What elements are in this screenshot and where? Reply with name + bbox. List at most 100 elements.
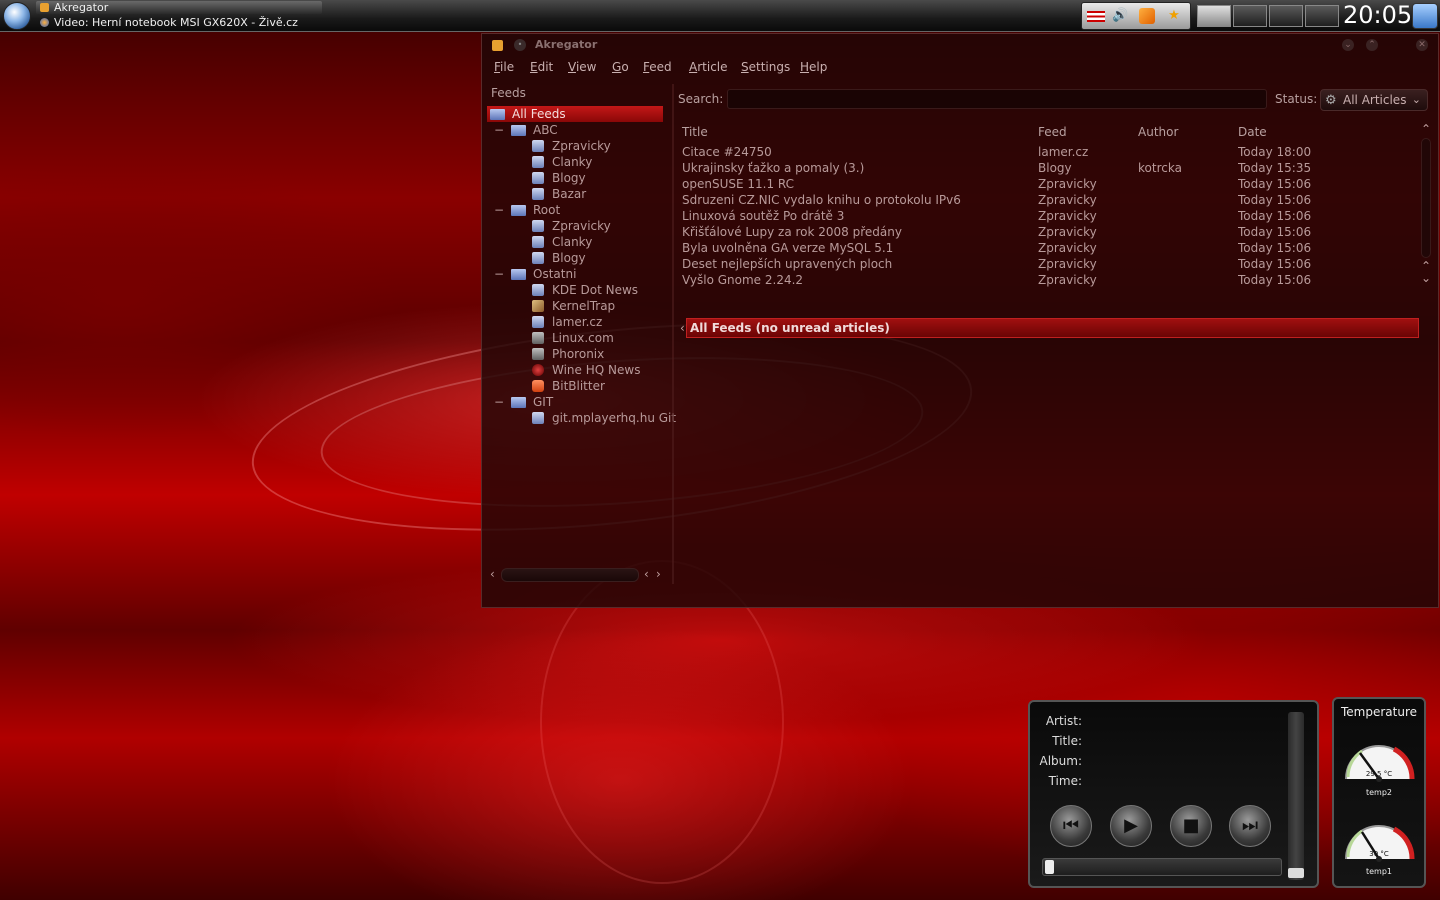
article-row[interactable]: Deset nejlepších upravených ploch Zpravic… [677,256,1417,272]
article-row[interactable]: Byla uvolněna GA verze MySQL 5.1 Zpravick… [677,240,1417,256]
scroll-left-icon[interactable]: ‹ [490,568,495,580]
article-row[interactable]: Ukrajinsky ťažko a pomaly (3.) Blogy kotrc… [677,160,1417,176]
tree-feed-item[interactable]: lamer.cz [487,314,663,330]
scroll-right-icon[interactable]: › [656,568,661,580]
tree-item-label: Linux.com [552,331,614,345]
desktop-pager-4[interactable] [1305,5,1339,27]
status-filter-combo[interactable]: ⚙ All Articles ⌄ [1320,89,1428,111]
feed-icon [532,220,544,232]
search-input[interactable] [727,89,1267,109]
tree-feed-item[interactable]: Bazar [487,186,663,202]
stop-button[interactable]: ■ [1170,805,1212,847]
maximize-icon[interactable]: ⌃ [1366,39,1378,51]
rss-icon[interactable] [1139,8,1155,24]
tree-folder-item[interactable]: − GIT [487,394,663,410]
tree-folder-item[interactable]: − Root [487,202,663,218]
tree-feed-item[interactable]: BitBlitter [487,378,663,394]
collapse-icon[interactable]: − [494,202,504,218]
volume-knob[interactable] [1288,868,1304,878]
tree-feed-item[interactable]: Zpravicky [487,138,663,154]
feed-icon [532,364,544,376]
feed-icon [532,236,544,248]
album-label: Album: [1039,754,1083,768]
tree-feed-item[interactable]: Zpravicky [487,218,663,234]
feed-icon [532,412,544,424]
play-button[interactable]: ▶ [1110,805,1152,847]
tree-feed-item[interactable]: Wine HQ News [487,362,663,378]
article-title: openSUSE 11.1 RC [682,177,795,191]
article-row[interactable]: Sdruzeni CZ.NIC vydalo knihu o protokolu… [677,192,1417,208]
tree-feed-item[interactable]: KernelTrap [487,298,663,314]
top-panel: Akregator Video: Herní notebook MSI GX62… [0,0,1440,32]
search-label: Search: [678,92,724,106]
close-icon[interactable]: ✕ [1416,39,1428,51]
scroll-up-icon[interactable]: ⌃ [1421,123,1431,135]
menu-settings[interactable]: Settings [741,60,790,74]
desktop-pager-1[interactable] [1197,5,1231,27]
taskbar-item-browser[interactable]: Video: Herní notebook MSI GX620X - Živě.… [36,16,322,29]
tree-feed-item[interactable]: git.mplayerhq.hu Git [487,410,676,426]
column-header-title[interactable]: Title [682,125,708,139]
menu-edit[interactable]: Edit [530,60,553,74]
article-row[interactable]: openSUSE 11.1 RC Zpravicky Today 15:06 [677,176,1417,192]
article-feed: Blogy [1038,161,1072,175]
article-title: Sdruzeni CZ.NIC vydalo knihu o protokolu… [682,193,961,207]
articles-vertical-scrollbar[interactable]: ⌃ ⌃ ⌄ [1420,122,1432,287]
previous-icon: ⏮ [1062,815,1080,836]
scroll-left-icon[interactable]: ‹ [644,568,649,580]
us-flag-icon[interactable] [1087,11,1105,22]
article-row[interactable]: Linuxová soutěž Po drátě 3 Zpravicky Today… [677,208,1417,224]
tree-item-label: Blogy [552,251,586,265]
column-header-feed[interactable]: Feed [1038,125,1067,139]
tree-root-item[interactable]: All Feeds [487,106,663,122]
scroll-down-icon[interactable]: ⌄ [1421,272,1431,284]
tree-item-label: Clanky [552,155,593,169]
menu-go[interactable]: Go [612,60,629,74]
scrollbar-track[interactable] [1421,138,1431,258]
tree-feed-item[interactable]: Clanky [487,154,663,170]
collapse-icon[interactable]: − [494,266,504,282]
tree-feed-item[interactable]: Blogy [487,170,663,186]
tree-feed-item[interactable]: Linux.com [487,330,663,346]
device-notifier-icon[interactable] [1412,3,1438,29]
tree-folder-item[interactable]: − ABC [487,122,663,138]
feeds-pane: Feeds All Feeds − ABC Zpravicky Clanky Blogy B… [487,84,676,584]
column-header-date[interactable]: Date [1238,125,1267,139]
collapse-icon[interactable]: − [494,394,504,410]
menu-view[interactable]: View [568,60,596,74]
seek-knob[interactable] [1045,860,1054,874]
tree-item-label: GIT [533,395,554,409]
star-icon[interactable]: ★ [1166,8,1182,24]
tree-folder-item[interactable]: − Ostatni [487,266,663,282]
clock[interactable]: 20:05 [1343,0,1412,30]
article-row[interactable]: Křišťálové Lupy za rok 2008 předány Zprav… [677,224,1417,240]
window-menu-icon[interactable]: • [514,39,526,51]
menu-file[interactable]: File [494,60,514,74]
article-feed: Zpravicky [1038,273,1097,287]
desktop-pager-2[interactable] [1233,5,1267,27]
tree-feed-item[interactable]: Clanky [487,234,663,250]
desktop-pager-3[interactable] [1269,5,1303,27]
feeds-horizontal-scrollbar[interactable] [501,568,639,582]
menu-article[interactable]: Article [689,60,728,74]
taskbar-item-akregator[interactable]: Akregator [36,1,322,14]
tree-feed-item[interactable]: Blogy [487,250,663,266]
article-row[interactable]: Citace #24750 lamer.cz Today 18:00 [677,144,1417,160]
kde-menu-icon[interactable] [3,2,31,30]
tree-item-label: lamer.cz [552,315,603,329]
seek-slider[interactable] [1042,858,1282,876]
minimize-icon[interactable]: ⌄ [1342,39,1354,51]
article-row[interactable]: Vyšlo Gnome 2.24.2 Zpravicky Today 15:06 [677,272,1417,288]
previous-button[interactable]: ⏮ [1050,805,1092,847]
tree-feed-item[interactable]: KDE Dot News [487,282,663,298]
column-header-author[interactable]: Author [1138,125,1178,139]
window-titlebar[interactable]: • Akregator ⌄ ⌃ ✕ [482,34,1438,56]
next-button[interactable]: ⏭ [1229,805,1271,847]
collapse-icon[interactable]: − [494,122,504,138]
menu-help[interactable]: Help [800,60,827,74]
speaker-icon[interactable]: 🔊 [1112,8,1128,24]
pane-splitter[interactable] [672,84,674,584]
tree-feed-item[interactable]: Phoronix [487,346,663,362]
volume-slider[interactable] [1288,712,1304,880]
menu-feed[interactable]: Feed [643,60,672,74]
